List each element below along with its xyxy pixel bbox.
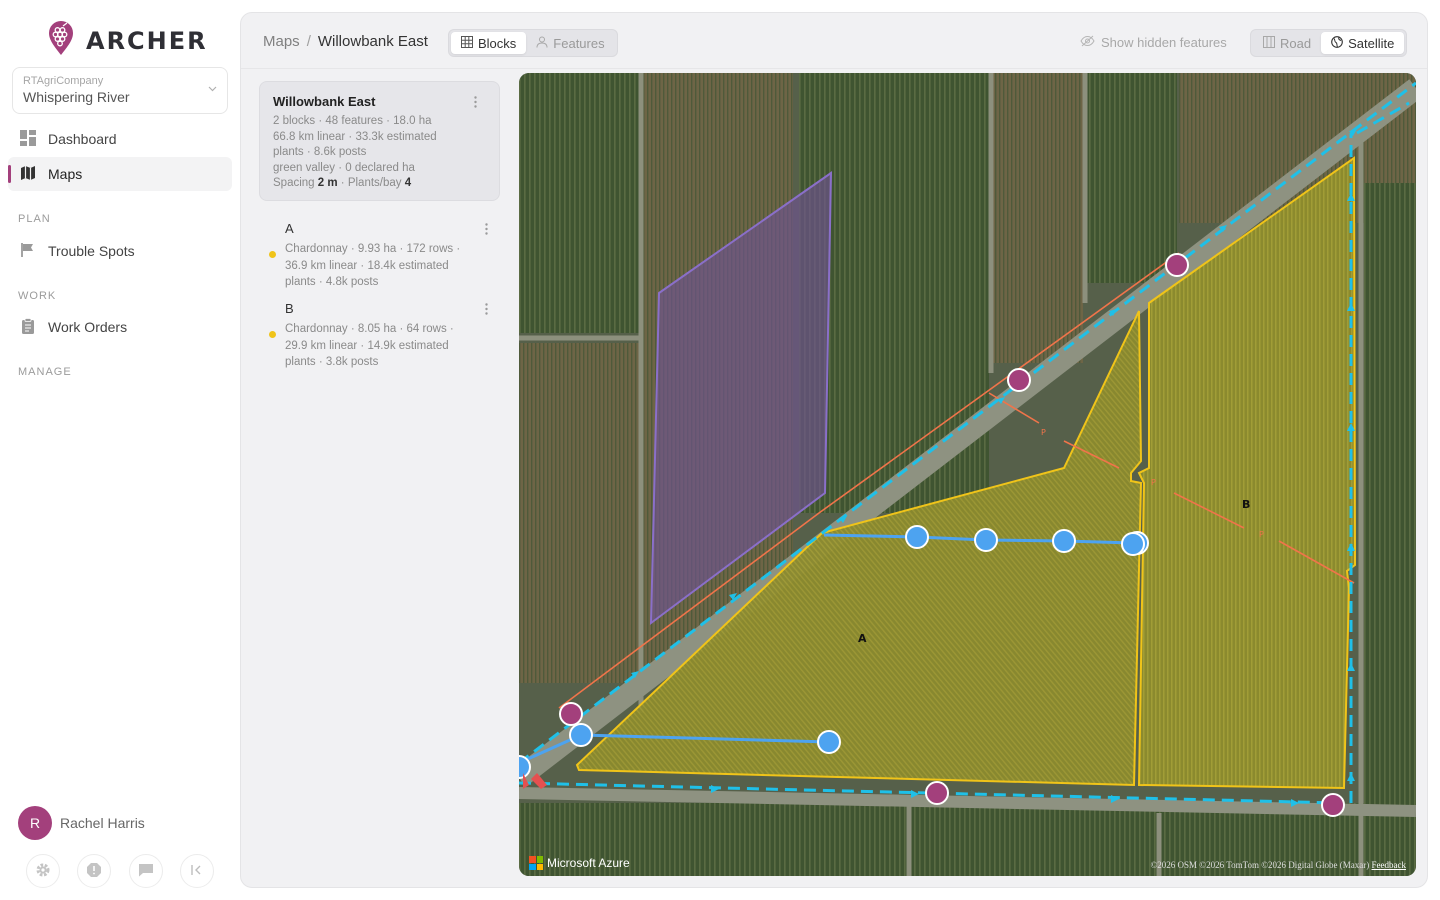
section-work: WORK [18,290,57,302]
grid-icon [461,35,473,51]
org-name: Whispering River [23,89,130,105]
alerts-button[interactable] [77,854,111,888]
block-detail: Chardonnay · 8.05 ha · 64 rows · [285,323,454,335]
toolbar: Maps / Willowbank East Blocks Features S… [241,13,1427,69]
list-item-block-b[interactable]: B Chardonnay · 8.05 ha · 64 rows · 29.9 … [259,301,500,371]
chevron-down-icon [208,84,217,95]
nav-trouble-spots-label: Trouble Spots [48,243,135,259]
flag-icon [20,242,36,261]
alert-icon [86,862,102,881]
satellite-map[interactable]: P P P A B [519,73,1416,876]
map-view[interactable]: P P P A B Microsoft Azure ©2026 OSM ©202… [519,73,1416,876]
nav-dashboard[interactable]: Dashboard [8,122,232,156]
block-detail: plants · 4.8k posts [285,276,379,288]
plants-bay-label: · Plants/bay [340,177,402,190]
vineyard-line: plants · 8.6k posts [273,146,367,159]
user-name: Rachel Harris [60,815,145,831]
breadcrumb-current: Willowbank East [317,33,428,50]
nav-work-orders-label: Work Orders [48,319,128,335]
nav-maps[interactable]: Maps [8,157,232,191]
block-detail: 29.9 km linear · 14.9k estimated [285,339,449,352]
kebab-icon[interactable] [485,223,488,238]
person-icon [536,36,548,51]
main-panel: Maps / Willowbank East Blocks Features S… [240,12,1428,888]
logo[interactable]: ARCHER [48,20,208,61]
spacing-label: Spacing [273,177,315,190]
tab-features-label: Features [553,35,605,51]
vineyard-line: 2 blocks · 48 features · 18.0 ha [273,115,432,127]
settings-icon [35,862,51,881]
section-manage: MANAGE [18,366,72,378]
vineyard-line: green valley · 0 declared ha [273,161,415,174]
avatar: R [18,806,52,840]
nav-dashboard-label: Dashboard [48,131,117,147]
kebab-icon[interactable] [474,96,477,111]
map-style-satellite[interactable]: Satellite [1321,32,1405,54]
spacing-value: 2 m [317,177,338,190]
map-feedback-link[interactable]: Feedback [1372,860,1406,870]
road-icon [1263,35,1275,51]
block-name: B [285,301,294,316]
user-profile[interactable]: R Rachel Harris [18,806,145,840]
block-name: A [285,221,294,236]
map-style-road-label: Road [1280,35,1312,51]
show-hidden-features-toggle[interactable]: Show hidden features [1080,35,1227,50]
section-plan: PLAN [18,213,51,225]
view-toggle: Blocks Features [448,29,618,57]
block-color-dot [269,331,276,338]
map-credits: ©2026 OSM ©2026 TomTom ©2026 Digital Glo… [1150,860,1406,870]
kebab-icon[interactable] [485,303,488,318]
block-detail: Chardonnay · 9.93 ha · 172 rows · [285,243,461,255]
collapse-sidebar-button[interactable] [180,854,214,888]
breadcrumb-maps[interactable]: Maps [263,33,300,50]
map-provider: Microsoft Azure [529,856,630,870]
breadcrumb-separator: / [306,33,311,50]
clipboard-icon [20,317,36,337]
plants-bay-value: 4 [404,177,412,190]
map-style-road[interactable]: Road [1253,32,1321,54]
tab-blocks-label: Blocks [478,35,517,51]
vineyard-card[interactable]: Willowbank East 2 blocks · 48 features ·… [259,81,500,201]
archer-logo-icon [48,20,74,61]
post-marker: P [1259,530,1264,539]
vineyard-title: Willowbank East [273,94,376,109]
dashboard-icon [20,129,36,149]
list-item-block-a[interactable]: A Chardonnay · 9.93 ha · 172 rows · 36.9… [259,221,500,291]
map-credits-text: ©2026 OSM ©2026 TomTom ©2026 Digital Glo… [1150,860,1370,870]
block-color-dot [269,251,276,258]
nav-work-orders[interactable]: Work Orders [8,310,232,344]
block-b-label: B [1242,498,1250,511]
block-detail: 36.9 km linear · 18.4k estimated [285,259,449,272]
organization-selector[interactable]: RTAgriCompany Whispering River [12,67,228,114]
post-marker: P [1041,428,1046,437]
app-name: ARCHER [86,26,208,55]
vineyard-spacing: Spacing 2 m · Plants/bay 4 [273,176,486,192]
eye-off-icon [1080,35,1095,50]
tab-features[interactable]: Features [526,32,614,54]
show-hidden-features-label: Show hidden features [1101,35,1227,50]
vineyard-line: 66.8 km linear · 33.3k estimated [273,130,437,143]
org-company: RTAgriCompany [23,75,104,87]
collapse-icon [190,863,204,880]
block-a-label: A [858,632,867,645]
breadcrumb: Maps / Willowbank East [263,33,428,50]
globe-icon [1331,35,1343,51]
map-style-satellite-label: Satellite [1348,35,1395,51]
post-marker: P [1151,478,1156,487]
nav-trouble-spots[interactable]: Trouble Spots [8,234,232,268]
tab-blocks[interactable]: Blocks [451,32,527,54]
sidebar: ARCHER RTAgriCompany Whispering River Da… [0,0,240,900]
map-provider-label: Microsoft Azure [547,856,630,870]
map-icon [20,165,36,184]
block-detail: plants · 3.8k posts [285,356,379,368]
settings-button[interactable] [26,854,60,888]
microsoft-logo-icon [529,856,543,870]
nav-maps-label: Maps [48,166,83,182]
map-style-toggle: Road Satellite [1250,29,1408,57]
messages-button[interactable] [129,854,163,888]
chat-icon [138,862,154,881]
